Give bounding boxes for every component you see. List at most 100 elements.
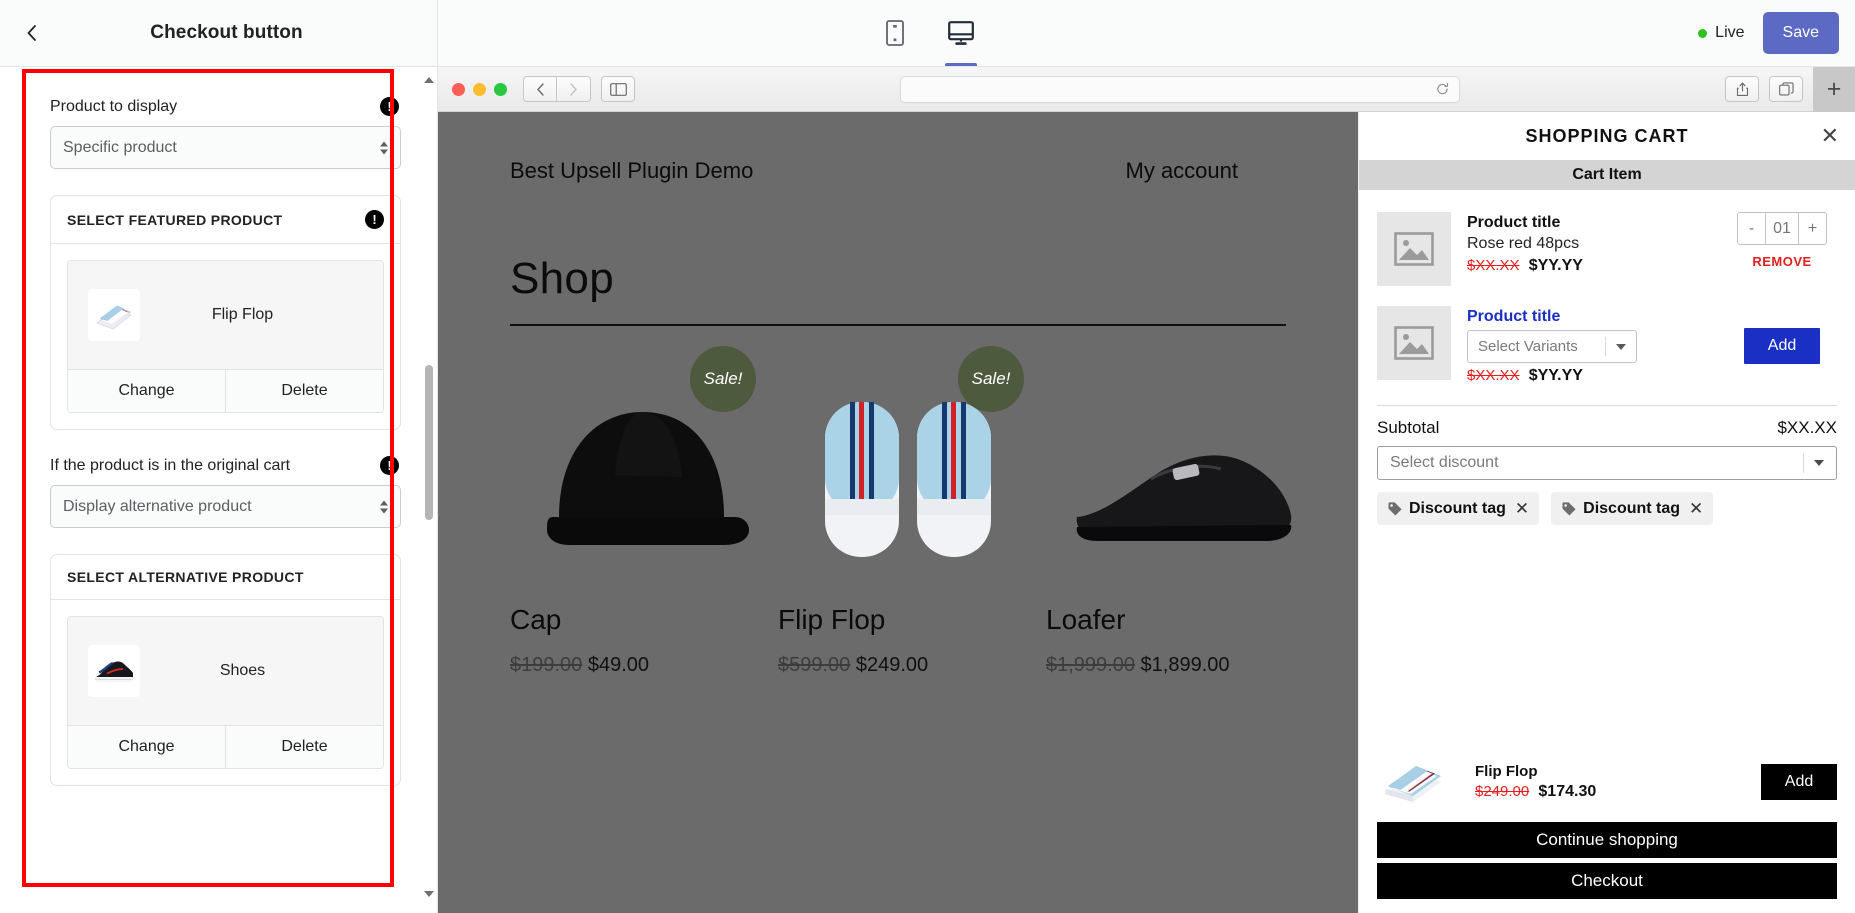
cart-item-title-link[interactable]: Product title	[1467, 308, 1711, 326]
cart-item-variant: Rose red 48pcs	[1467, 235, 1711, 253]
add-variant-button[interactable]: Add	[1744, 328, 1820, 364]
tab-overview-button[interactable]	[1769, 76, 1803, 102]
cart-item-new-price: $YY.YY	[1529, 367, 1583, 384]
cart-row: Product title Select Variants $XX.XX $YY…	[1377, 296, 1837, 395]
remove-item-link[interactable]: REMOVE	[1752, 254, 1811, 269]
back-button[interactable]	[8, 9, 56, 57]
original-cart-value: Display alternative product	[63, 498, 252, 516]
scroll-up-arrow-icon[interactable]	[424, 75, 434, 85]
alternative-delete-button[interactable]: Delete	[225, 726, 383, 768]
price-tag-icon	[1387, 501, 1403, 517]
discount-select[interactable]: Select discount	[1377, 446, 1837, 480]
maximize-window-dot[interactable]	[494, 83, 507, 96]
shopping-cart-drawer: SHOPPING CART ✕ Cart Item	[1358, 112, 1855, 913]
share-button[interactable]	[1725, 76, 1759, 102]
toolbar-right-section: Live Save	[1698, 0, 1839, 66]
chevron-down-icon	[1814, 460, 1824, 466]
cart-item-old-price: $XX.XX	[1467, 367, 1520, 384]
close-window-dot[interactable]	[452, 83, 465, 96]
top-toolbar: Checkout button	[0, 0, 1855, 67]
sidebar-toggle-button[interactable]	[601, 76, 635, 102]
info-exclamation-icon[interactable]: !	[365, 210, 384, 229]
discount-tag-label: Discount tag	[1409, 500, 1506, 518]
product-card-loafer[interactable]: Loafer $1,999.00 $1,899.00	[1046, 332, 1314, 677]
variant-select[interactable]: Select Variants	[1467, 330, 1637, 363]
preview-stage: Best Upsell Plugin Demo My account Shop …	[438, 112, 1855, 913]
browser-back-button[interactable]	[523, 76, 557, 102]
main-body: Product to display ! Specific product SE…	[0, 67, 1855, 913]
my-account-link[interactable]: My account	[1126, 158, 1299, 184]
quantity-value[interactable]: 01	[1765, 213, 1799, 244]
upsell-product-row: Flip Flop $249.00 $174.30 Add	[1359, 754, 1855, 822]
featured-delete-button[interactable]: Delete	[225, 370, 383, 412]
featured-change-button[interactable]: Change	[68, 370, 225, 412]
upsell-product-name: Flip Flop	[1475, 763, 1747, 780]
product-card-cap[interactable]: Sale! Cap $199.00	[510, 332, 778, 677]
select-alternative-product-card: SELECT ALTERNATIVE PRODUCT	[50, 554, 401, 786]
desktop-monitor-icon	[948, 21, 974, 45]
reload-icon[interactable]	[1436, 83, 1449, 96]
close-icon[interactable]: ✕	[1821, 125, 1839, 147]
checkout-button[interactable]: Checkout	[1377, 863, 1837, 899]
scrollbar-thumb[interactable]	[425, 365, 433, 520]
product-sale-price: $1,899.00	[1141, 654, 1230, 676]
shop-heading-block: Shop	[438, 184, 1358, 304]
original-cart-field: If the product is in the original cart !…	[50, 456, 401, 528]
quantity-increase-button[interactable]: +	[1799, 213, 1826, 244]
alternative-change-button[interactable]: Change	[68, 726, 225, 768]
product-sale-price: $249.00	[856, 654, 928, 676]
mobile-view-toggle[interactable]	[873, 0, 917, 66]
product-sale-price: $49.00	[588, 654, 649, 676]
shop-divider	[510, 324, 1286, 326]
info-exclamation-icon[interactable]: !	[380, 97, 399, 116]
address-bar[interactable]	[900, 76, 1460, 103]
cart-title: SHOPPING CART	[1525, 126, 1688, 147]
product-price: $599.00 $249.00	[778, 654, 1046, 677]
mobile-device-icon	[886, 20, 904, 46]
product-to-display-select[interactable]: Specific product	[50, 126, 401, 169]
save-button[interactable]: Save	[1763, 12, 1839, 54]
tab-overview-icon	[1779, 82, 1794, 96]
minimize-window-dot[interactable]	[473, 83, 486, 96]
product-card-flip-flop[interactable]: Sale!	[778, 332, 1046, 677]
product-name: Loafer	[1046, 604, 1314, 636]
cart-item-title: Product title	[1467, 214, 1711, 232]
window-traffic-lights	[452, 83, 507, 96]
discount-tag-chip[interactable]: Discount tag ✕	[1551, 492, 1713, 525]
upsell-add-button[interactable]: Add	[1761, 764, 1837, 800]
scroll-down-arrow-icon[interactable]	[424, 889, 434, 899]
chevron-left-icon	[22, 23, 42, 43]
close-x-icon[interactable]: ✕	[1515, 499, 1529, 519]
subtotal-label: Subtotal	[1377, 418, 1439, 438]
info-exclamation-icon[interactable]: !	[380, 456, 399, 475]
select-featured-product-card: SELECT FEATURED PRODUCT !	[50, 195, 401, 430]
sale-badge: Sale!	[958, 346, 1024, 412]
desktop-view-toggle[interactable]	[939, 0, 983, 66]
cart-item-controls: Add	[1727, 306, 1837, 364]
sale-badge: Sale!	[690, 346, 756, 412]
sneaker-thumbnail	[88, 645, 140, 697]
featured-product-tile: Flip Flop Change Delete	[67, 260, 384, 413]
site-header: Best Upsell Plugin Demo My account	[438, 112, 1358, 184]
settings-scroll-region: Product to display ! Specific product SE…	[0, 67, 437, 913]
cart-item-old-price: $XX.XX	[1467, 257, 1520, 274]
quantity-stepper[interactable]: - 01 +	[1737, 212, 1827, 245]
continue-shopping-button[interactable]: Continue shopping	[1377, 822, 1837, 858]
product-to-display-label: Product to display	[50, 98, 177, 116]
original-cart-select[interactable]: Display alternative product	[50, 485, 401, 528]
cart-spacer	[1359, 525, 1855, 754]
app-root: Checkout button	[0, 0, 1855, 913]
cart-items-list: Product title Rose red 48pcs $XX.XX $YY.…	[1359, 190, 1855, 395]
new-tab-button[interactable]: +	[1813, 67, 1855, 112]
browser-forward-button[interactable]	[557, 76, 591, 102]
original-cart-label: If the product is in the original cart	[50, 457, 290, 475]
product-to-display-value: Specific product	[63, 139, 177, 157]
alternative-product-tile: Shoes Change Delete	[67, 616, 384, 769]
discount-tag-chip[interactable]: Discount tag ✕	[1377, 492, 1539, 525]
quantity-decrease-button[interactable]: -	[1738, 213, 1765, 244]
settings-scrollbar[interactable]	[424, 75, 434, 899]
upsell-old-price: $249.00	[1475, 783, 1529, 800]
close-x-icon[interactable]: ✕	[1689, 499, 1703, 519]
toolbar-left-section: Checkout button	[0, 0, 438, 66]
chevron-down-icon	[1616, 344, 1626, 350]
